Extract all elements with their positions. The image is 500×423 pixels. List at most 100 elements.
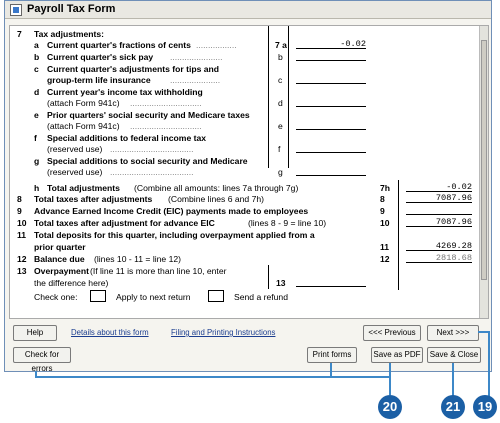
row-number: 8 (17, 194, 22, 204)
row-label: Advance Earned Income Credit (EIC) payme… (34, 206, 309, 216)
callout-badge: 20 (378, 395, 402, 419)
form-row: (reserved use) .........................… (10, 166, 480, 178)
print-forms-button[interactable]: Print forms (307, 347, 357, 363)
line-7b-field[interactable] (296, 51, 366, 61)
row-number: 10 (17, 218, 27, 228)
save-close-button[interactable]: Save & Close (427, 347, 481, 363)
check-one-label: Check one: (34, 292, 78, 302)
window-title: Payroll Tax Form (27, 3, 116, 15)
line-number: 9 (380, 206, 385, 216)
line-7c-field[interactable] (296, 74, 366, 84)
row-letter: a (34, 40, 39, 50)
form-row: 8 Total taxes after adjustments (Combine… (10, 193, 480, 205)
line-7d-field[interactable] (296, 97, 366, 107)
dot-leader: ...................... (170, 52, 223, 62)
check-for-errors-button[interactable]: Check for errors (13, 347, 71, 373)
next-button[interactable]: Next >>> (427, 325, 479, 341)
previous-button[interactable]: <<< Previous (363, 325, 421, 341)
form-row: prior quarter 11 4269.28 (10, 241, 480, 253)
form-row: 11 Total deposits for this quarter, incl… (10, 229, 480, 241)
form-row: group-term life insurance ..............… (10, 74, 480, 86)
row-note: (If line 11 is more than line 10, enter (90, 266, 227, 276)
form-row: (attach Form 941c) .....................… (10, 97, 480, 109)
row-note: (lines 8 - 9 = line 10) (248, 218, 327, 228)
form-row: (attach Form 941c) .....................… (10, 120, 480, 132)
help-button[interactable]: Help (13, 325, 57, 341)
line-number: g (278, 167, 283, 177)
row-label: Balance due (34, 254, 85, 264)
callout-line (389, 363, 391, 395)
row-label: Total deposits for this quarter, includi… (34, 230, 315, 240)
row-label: group-term life insurance (47, 75, 151, 85)
form-row: 10 Total taxes after adjustment for adva… (10, 217, 480, 229)
scrollbar-thumb[interactable] (481, 40, 487, 280)
send-refund-checkbox[interactable] (208, 290, 224, 302)
row-note: (lines 10 - 11 = line 12) (94, 254, 182, 264)
line-number: 10 (380, 218, 390, 228)
app-icon (10, 4, 22, 16)
row-note: (Combine lines 6 and 7h) (168, 194, 265, 204)
dot-leader: .............................. (130, 98, 202, 108)
form-row: Check one: Apply to next return Send a r… (10, 290, 480, 303)
line-7e-field[interactable] (296, 120, 366, 130)
line-12-field: 2818.68 (406, 253, 472, 263)
row-label: Total taxes after adjustment for advance… (34, 218, 215, 228)
dot-leader: .............................. (130, 121, 202, 131)
row-label: (attach Form 941c) (47, 121, 120, 131)
line-number: d (278, 98, 283, 108)
form-row: b Current quarter's sick pay ...........… (10, 51, 480, 63)
callout-line (35, 376, 391, 378)
line-7f-field[interactable] (296, 143, 366, 153)
row-label: Current quarter's sick pay (47, 52, 154, 62)
row-label: (reserved use) (47, 167, 103, 177)
dot-leader: ................................... (110, 167, 194, 177)
details-link[interactable]: Details about this form (71, 328, 149, 337)
title-bar: Payroll Tax Form (5, 1, 491, 19)
row-label: Current quarter's fractions of cents (47, 40, 191, 50)
row-number: 12 (17, 254, 27, 264)
line-7a-field[interactable]: -0.02 (296, 39, 366, 49)
save-as-pdf-button[interactable]: Save as PDF (371, 347, 423, 363)
callout-badge: 19 (473, 395, 497, 419)
apply-next-return-label: Apply to next return (116, 292, 191, 302)
row-number: 13 (17, 266, 27, 276)
line-11-field[interactable]: 4269.28 (406, 241, 472, 251)
dot-leader: ................................... (110, 144, 194, 154)
row-label: Overpayment (34, 266, 89, 276)
form-row: 12 Balance due (lines 10 - 11 = line 12)… (10, 253, 480, 265)
line-number: 13 (276, 278, 286, 288)
line-7h-field[interactable]: -0.02 (406, 182, 472, 192)
row-label: (attach Form 941c) (47, 98, 120, 108)
filing-instructions-link[interactable]: Filing and Printing Instructions (171, 328, 275, 337)
callout-line (452, 363, 454, 396)
row-letter: b (34, 52, 40, 62)
line-number: b (278, 52, 283, 62)
line-9-field[interactable] (406, 205, 472, 215)
line-13-field[interactable] (296, 277, 366, 287)
form-row: a Current quarter's fractions of cents .… (10, 39, 480, 51)
line-number: c (278, 75, 283, 85)
row-label: Total taxes after adjustments (34, 194, 153, 204)
line-10-field[interactable]: 7087.96 (406, 217, 472, 227)
apply-next-return-checkbox[interactable] (90, 290, 106, 302)
vertical-scrollbar[interactable] (479, 26, 488, 318)
line-number: e (278, 121, 283, 131)
line-7g-field[interactable] (296, 166, 366, 176)
form-row: the difference here) 13 (10, 277, 480, 289)
send-refund-label: Send a refund (234, 292, 288, 302)
form-row: (reserved use) .........................… (10, 143, 480, 155)
line-number: 11 (380, 242, 390, 252)
line-8-field[interactable]: 7087.96 (406, 193, 472, 203)
row-number: 11 (17, 230, 27, 240)
line-number: f (278, 144, 281, 154)
line-number: 12 (380, 254, 390, 264)
line-number: 7 a (275, 40, 287, 50)
callout-line (488, 331, 490, 396)
row-label: prior quarter (34, 242, 86, 252)
payroll-tax-form-window: Payroll Tax Form 7 Tax adjustments: a Cu… (4, 0, 492, 373)
form-row: 9 Advance Earned Income Credit (EIC) pay… (10, 205, 480, 217)
dot-leader: ..................... (170, 75, 221, 85)
dot-leader: ................. (196, 40, 237, 50)
line-number: 8 (380, 194, 385, 204)
callout-line (330, 363, 332, 377)
